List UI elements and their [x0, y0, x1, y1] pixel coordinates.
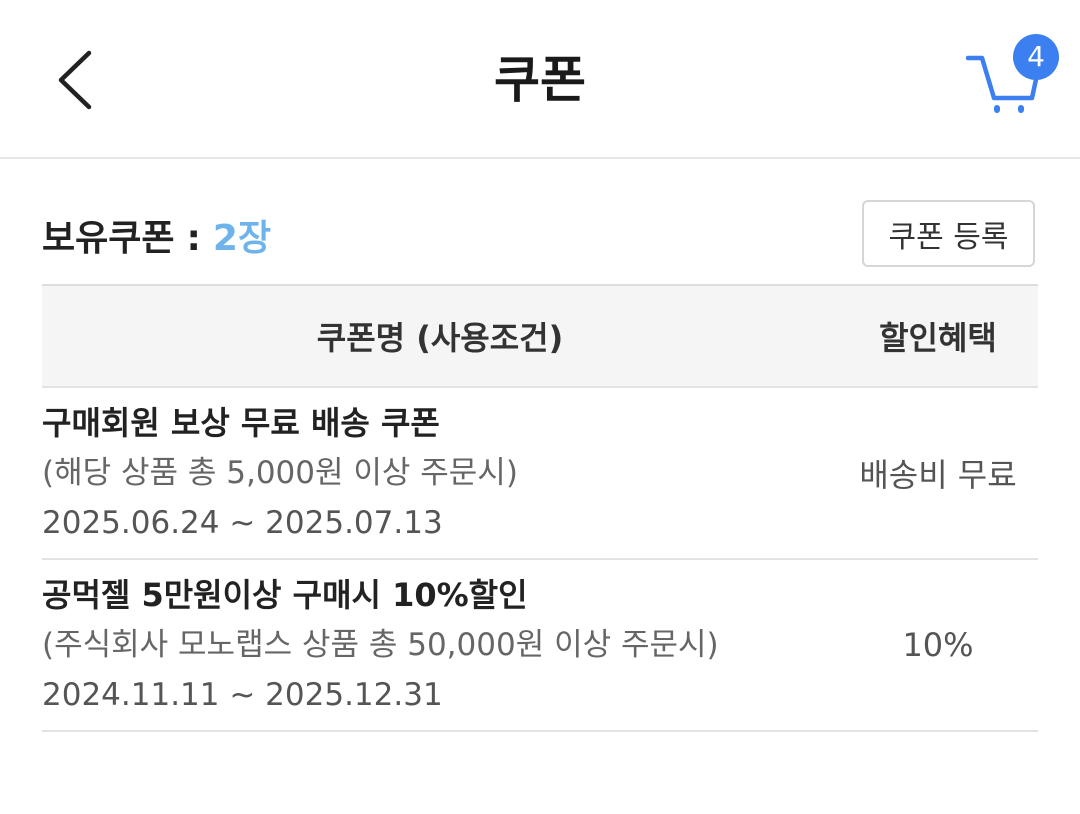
- coupon-condition: (해당 상품 총 5,000원 이상 주문시): [42, 455, 518, 491]
- owned-coupons-count: 2장: [212, 218, 272, 259]
- register-coupon-button[interactable]: 쿠폰 등록: [862, 200, 1035, 267]
- coupon-benefit: 10%: [902, 626, 974, 664]
- summary-colon: :: [186, 218, 201, 259]
- coupon-period: 2024.11.11 ~ 2025.12.31: [42, 677, 443, 713]
- coupon-table: 쿠폰명 (사용조건) 할인혜택 구매회원 보상 무료 배송 쿠폰 (해당 상품 …: [42, 284, 1038, 732]
- owned-coupons-label: 보유쿠폰: [42, 218, 175, 259]
- table-header: 쿠폰명 (사용조건) 할인혜택: [42, 284, 1038, 388]
- coupon-info: 구매회원 보상 무료 배송 쿠폰 (해당 상품 총 5,000원 이상 주문시)…: [42, 398, 838, 548]
- coupon-title: 공먹젤 5만원이상 구매시 10%할인: [42, 576, 528, 614]
- column-header-coupon-name: 쿠폰명 (사용조건): [316, 319, 564, 357]
- coupon-title: 구매회원 보상 무료 배송 쿠폰: [42, 404, 440, 442]
- cart-count-badge: 4: [1013, 34, 1059, 80]
- coupon-info: 공먹젤 5만원이상 구매시 10%할인 (주식회사 모노랩스 상품 총 50,0…: [42, 570, 838, 720]
- table-row: 공먹젤 5만원이상 구매시 10%할인 (주식회사 모노랩스 상품 총 50,0…: [42, 560, 1038, 732]
- column-header-benefit: 할인혜택: [879, 319, 997, 357]
- table-row: 구매회원 보상 무료 배송 쿠폰 (해당 상품 총 5,000원 이상 주문시)…: [42, 388, 1038, 560]
- coupon-benefit: 배송비 무료: [859, 456, 1017, 494]
- app-header: 쿠폰 4: [0, 0, 1080, 159]
- coupon-summary: 보유쿠폰 : 2장: [42, 214, 271, 264]
- coupon-period: 2025.06.24 ~ 2025.07.13: [42, 505, 443, 541]
- page-title: 쿠폰: [494, 51, 586, 109]
- coupon-condition: (주식회사 모노랩스 상품 총 50,000원 이상 주문시): [42, 627, 719, 663]
